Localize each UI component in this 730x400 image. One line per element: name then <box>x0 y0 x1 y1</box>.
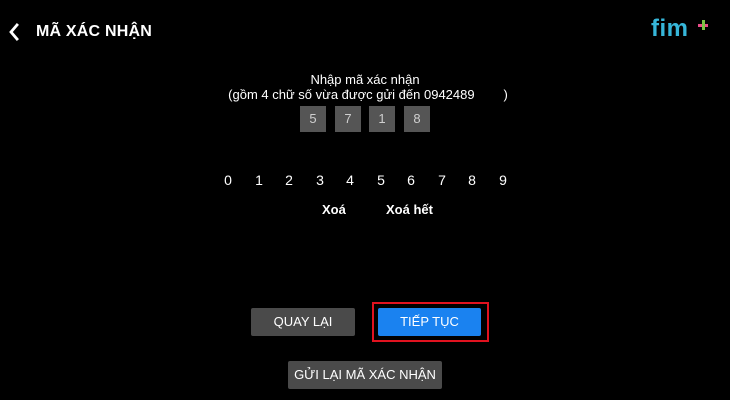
instruction-text: Nhập mã xác nhận (gồm 4 chữ số vừa được … <box>0 72 730 102</box>
key-2[interactable]: 2 <box>276 170 302 190</box>
key-1[interactable]: 1 <box>246 170 272 190</box>
continue-button[interactable]: TIẾP TỤC <box>378 308 481 336</box>
code-digit: 8 <box>404 106 430 132</box>
delete-key[interactable]: Xoá <box>322 201 346 219</box>
key-7[interactable]: 7 <box>429 170 455 190</box>
instruction-line-2: (gồm 4 chữ số vừa được gửi đến 0942489 ) <box>228 87 508 102</box>
key-3[interactable]: 3 <box>307 170 333 190</box>
key-6[interactable]: 6 <box>398 170 424 190</box>
code-digit: 7 <box>335 106 361 132</box>
code-digit: 5 <box>300 106 326 132</box>
resend-code-button[interactable]: GỬI LẠI MÃ XÁC NHẬN <box>288 361 442 389</box>
fim-logo: fim <box>651 15 711 44</box>
key-4[interactable]: 4 <box>337 170 363 190</box>
back-button[interactable] <box>8 22 28 42</box>
back-action-button[interactable]: QUAY LẠI <box>251 308 355 336</box>
top-bar: MÃ XÁC NHẬN fim <box>0 0 730 64</box>
code-input: 5 7 1 8 <box>300 106 430 132</box>
page-title: MÃ XÁC NHẬN <box>36 23 152 40</box>
key-9[interactable]: 9 <box>490 170 516 190</box>
logo-text: fim <box>651 15 689 42</box>
instruction-line-1: Nhập mã xác nhận <box>310 72 420 87</box>
chevron-left-icon <box>9 23 19 41</box>
code-digit: 1 <box>369 106 395 132</box>
plus-icon <box>698 20 708 30</box>
delete-all-key[interactable]: Xoá hết <box>386 201 433 219</box>
key-5[interactable]: 5 <box>368 170 394 190</box>
key-8[interactable]: 8 <box>459 170 485 190</box>
number-keypad: 0 1 2 3 4 5 6 7 8 9 <box>215 170 515 190</box>
key-0[interactable]: 0 <box>215 170 241 190</box>
